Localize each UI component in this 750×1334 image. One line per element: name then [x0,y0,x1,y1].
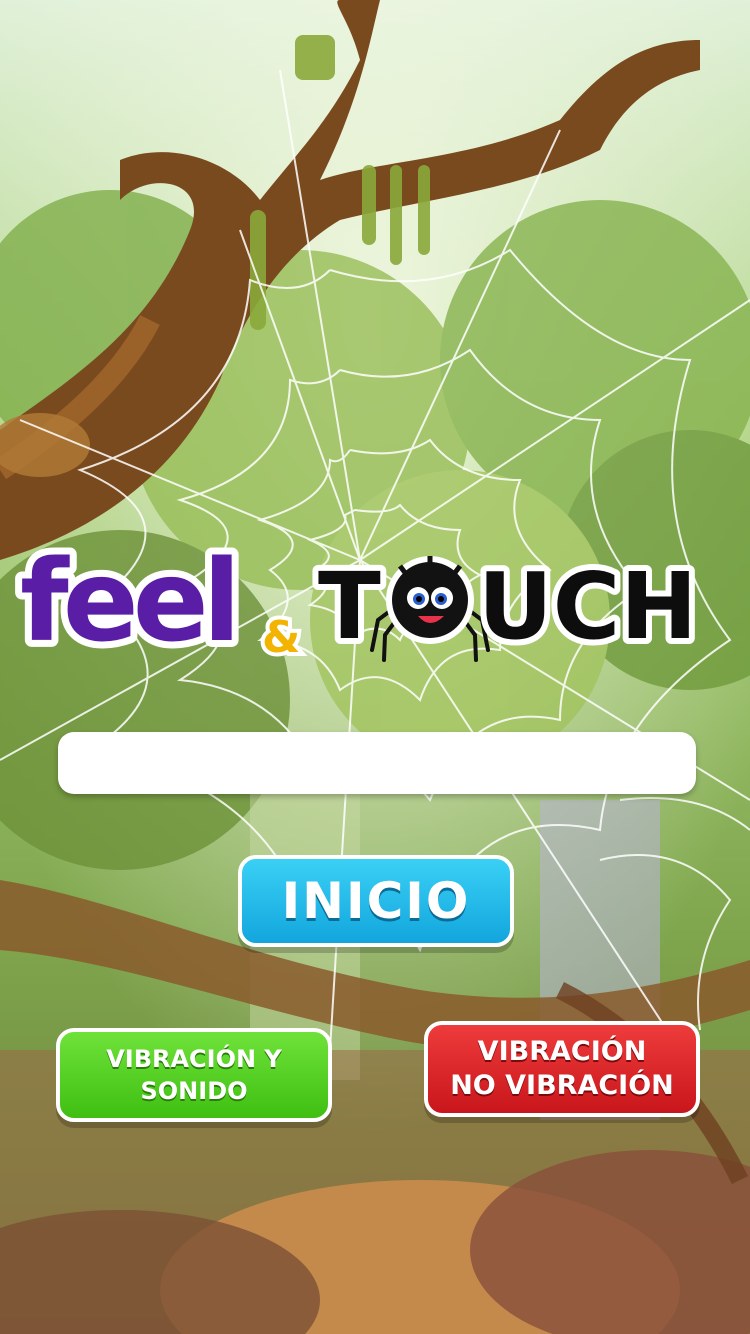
vibration-and-sound-label: VIBRACIÓN Y SONIDO [106,1043,282,1107]
vibration-toggle-button[interactable]: VIBRACIÓN NO VIBRACIÓN [424,1021,700,1117]
vibration-toggle-line2: NO VIBRACIÓN [450,1070,674,1101]
logo-feel-text: feel [20,537,235,667]
start-button[interactable]: INICIO [238,855,514,947]
logo-ampersand: & [262,612,300,663]
vibration-toggle-label: VIBRACIÓN NO VIBRACIÓN [450,1035,674,1103]
player-name-input[interactable] [58,732,696,794]
game-logo: feel & T UCH [13,530,703,670]
spider-icon [370,556,490,662]
vibration-and-sound-line2: SONIDO [140,1077,248,1105]
vibration-and-sound-button[interactable]: VIBRACIÓN Y SONIDO [56,1028,332,1122]
start-button-label: INICIO [281,872,471,930]
logo-touch-end: UCH [478,553,697,660]
vibration-toggle-line1: VIBRACIÓN [477,1036,647,1067]
vibration-and-sound-line1: VIBRACIÓN Y [106,1045,282,1073]
